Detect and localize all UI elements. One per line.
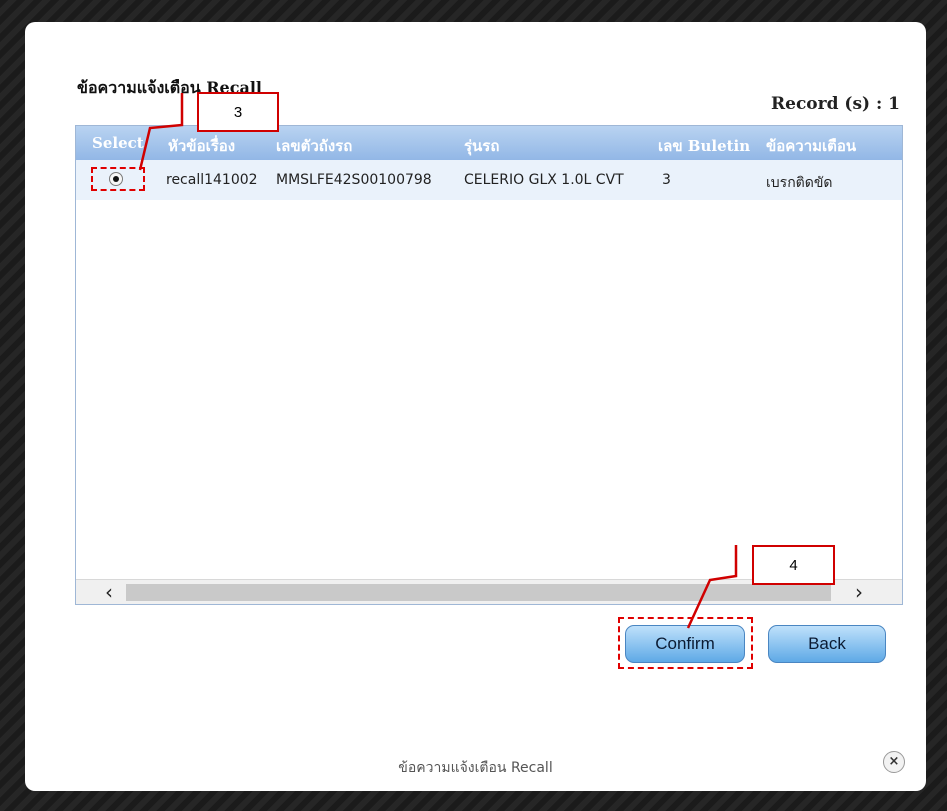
scroll-left-icon[interactable]: ‹	[94, 580, 124, 604]
cell-vin: MMSLFE42S00100798	[276, 172, 432, 188]
annotation-confirm-highlight	[618, 617, 753, 669]
scroll-right-icon[interactable]: ›	[844, 580, 874, 604]
record-count: Record (s) : 1	[771, 94, 900, 114]
recall-table: Select หัวข้อเรื่อง เลขตัวถังรถ รุ่นรถ เ…	[75, 125, 903, 605]
scrollbar-thumb[interactable]	[126, 584, 831, 601]
column-header-subject[interactable]: หัวข้อเรื่อง	[168, 134, 235, 158]
column-header-message[interactable]: ข้อความเตือน	[766, 134, 856, 158]
column-header-model[interactable]: รุ่นรถ	[464, 134, 499, 158]
cell-message: เบรกติดขัด	[766, 175, 833, 191]
close-icon[interactable]: ×	[883, 751, 905, 773]
column-header-bulletin[interactable]: เลข Buletin	[658, 134, 750, 158]
footer-title: ข้อความแจ้งเตือน Recall	[398, 760, 553, 776]
annotation-step-4: 4	[752, 545, 835, 585]
column-header-select[interactable]: Select	[92, 134, 144, 152]
annotation-radio-highlight	[91, 167, 145, 191]
table-row[interactable]: recall141002 MMSLFE42S00100798 CELERIO G…	[76, 160, 902, 200]
cell-subject: recall141002	[166, 172, 258, 188]
cell-model: CELERIO GLX 1.0L CVT	[464, 172, 624, 188]
annotation-step-3: 3	[197, 92, 279, 132]
recall-dialog: ข้อความแจ้งเตือน Recall Record (s) : 1 S…	[25, 22, 926, 791]
back-button[interactable]: Back	[768, 625, 886, 663]
cell-bulletin: 3	[662, 172, 671, 188]
column-header-vin[interactable]: เลขตัวถังรถ	[276, 134, 352, 158]
